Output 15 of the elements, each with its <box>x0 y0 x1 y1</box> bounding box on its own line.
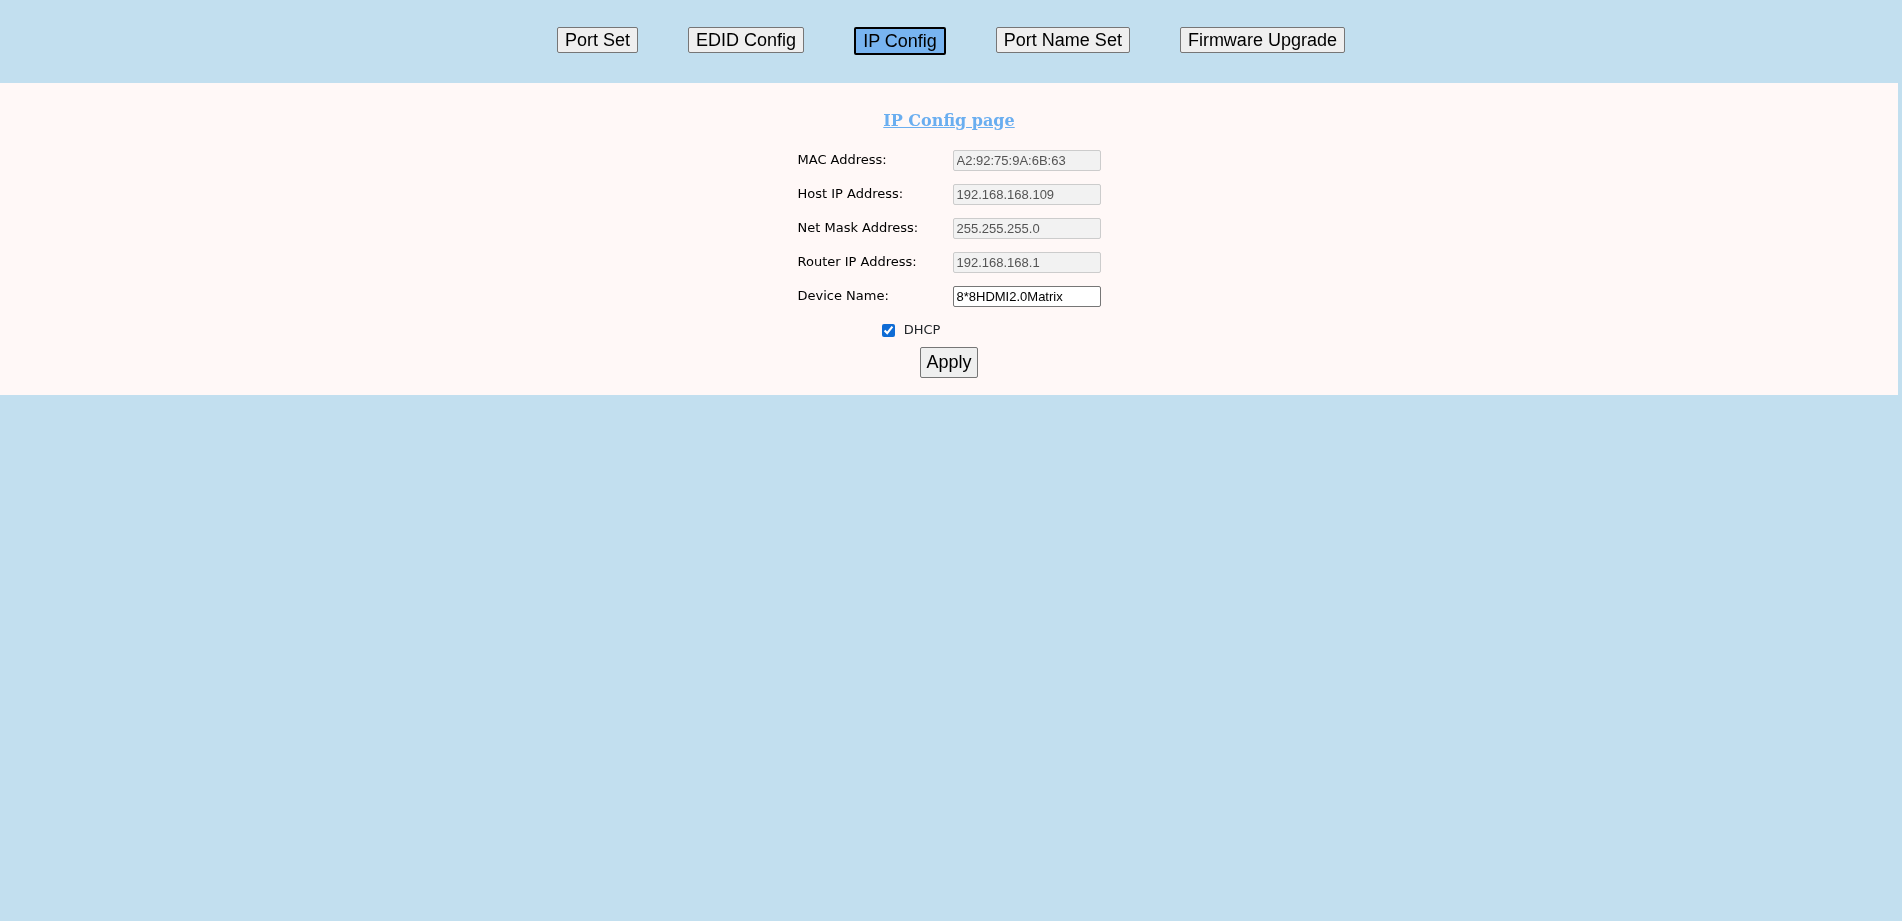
tab-button[interactable]: Port Set <box>557 27 639 53</box>
checkbox-label: DHCP <box>903 321 941 340</box>
checkbox[interactable] <box>881 323 895 337</box>
tab-button[interactable]: Firmware Upgrade <box>1179 27 1345 53</box>
input-field[interactable]: 8*8HDMI2.0Matrix <box>952 285 1101 307</box>
tab-button[interactable]: EDID Config <box>688 27 805 53</box>
field-label: MAC Address: <box>797 151 888 170</box>
tab-button[interactable]: Port Name Set <box>995 27 1130 53</box>
apply-button[interactable]: Apply <box>920 347 978 378</box>
field-label: Host IP Address: <box>797 185 905 204</box>
tab-button[interactable]: IP Config <box>854 27 946 55</box>
field-label: Device Name: <box>797 287 890 306</box>
field-label: Net Mask Address: <box>797 219 920 238</box>
field-label: Router IP Address: <box>797 253 918 272</box>
page-title: IP Config page <box>883 110 1015 132</box>
